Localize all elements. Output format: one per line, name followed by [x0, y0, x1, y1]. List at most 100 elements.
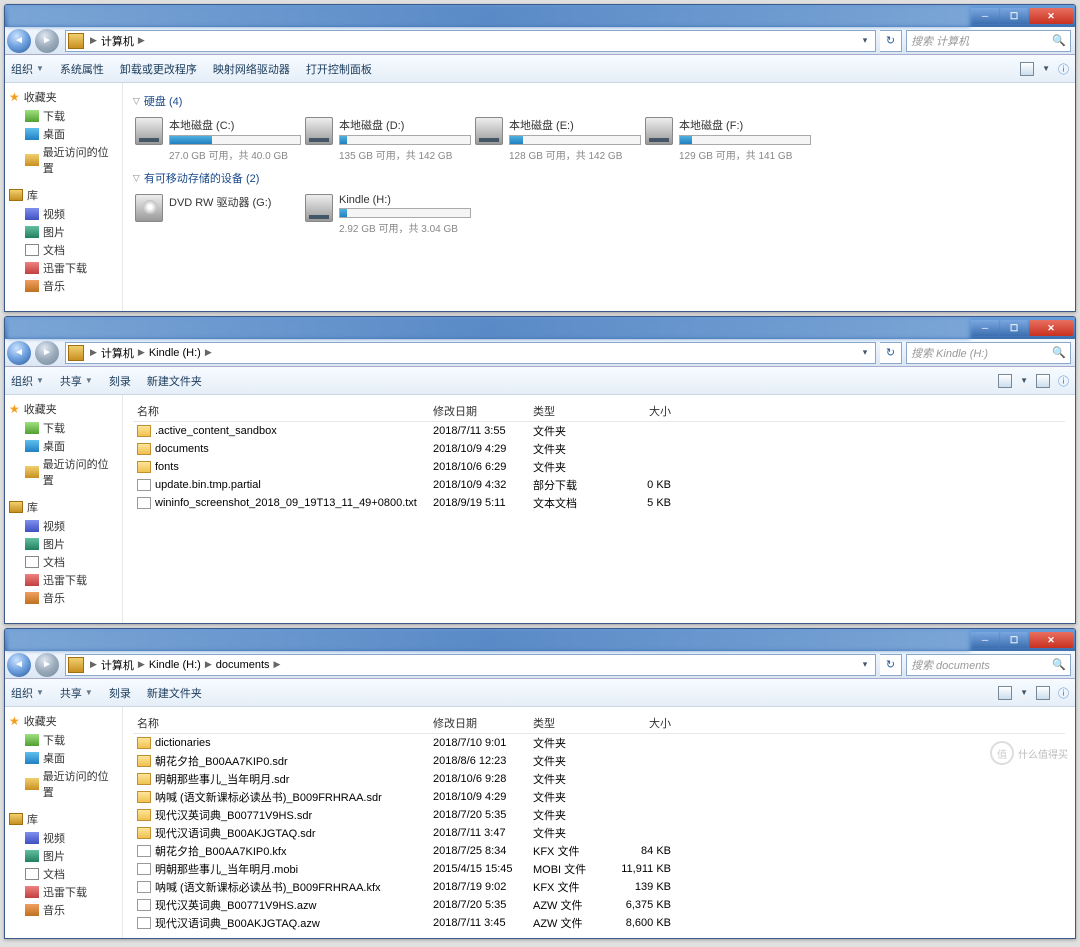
col-date[interactable]: 修改日期: [433, 403, 533, 419]
sidebar-item[interactable]: 桌面: [9, 749, 118, 767]
sidebar-item[interactable]: 文档: [9, 553, 118, 571]
toolbar-organize[interactable]: 组织▼: [11, 61, 44, 77]
file-row[interactable]: 朝花夕拾_B00AA7KIP0.kfx 2018/7/25 8:34 KFX 文…: [133, 842, 1065, 860]
titlebar[interactable]: ─ ☐ ✕: [5, 629, 1075, 651]
sidebar-item[interactable]: 文档: [9, 865, 118, 883]
file-row[interactable]: 明朝那些事儿_当年明月.sdr 2018/10/6 9:28 文件夹: [133, 770, 1065, 788]
dropdown-icon[interactable]: ▾: [857, 347, 873, 358]
minimize-button[interactable]: ─: [971, 632, 999, 648]
sidebar-item[interactable]: 迅雷下载: [9, 571, 118, 589]
drive-item[interactable]: DVD RW 驱动器 (G:): [135, 194, 301, 235]
minimize-button[interactable]: ─: [971, 8, 999, 24]
sidebar-item[interactable]: 音乐: [9, 901, 118, 919]
minimize-button[interactable]: ─: [971, 320, 999, 336]
close-button[interactable]: ✕: [1029, 632, 1073, 648]
dropdown-icon[interactable]: ▾: [857, 35, 873, 46]
file-row[interactable]: 现代汉语词典_B00AKJGTAQ.sdr 2018/7/11 3:47 文件夹: [133, 824, 1065, 842]
maximize-button[interactable]: ☐: [1000, 632, 1028, 648]
breadcrumb-item[interactable]: Kindle (H:): [149, 347, 201, 359]
back-button[interactable]: ◄: [7, 29, 31, 53]
file-row[interactable]: 现代汉语词典_B00AKJGTAQ.azw 2018/7/11 3:45 AZW…: [133, 914, 1065, 932]
drive-item[interactable]: Kindle (H:) 2.92 GB 可用，共 3.04 GB: [305, 194, 471, 235]
column-headers[interactable]: 名称 修改日期 类型 大小: [133, 713, 1065, 734]
view-icon[interactable]: [1020, 62, 1034, 76]
file-row[interactable]: documents 2018/10/9 4:29 文件夹: [133, 440, 1065, 458]
sidebar-favorites[interactable]: ★收藏夹: [9, 89, 118, 105]
file-row[interactable]: update.bin.tmp.partial 2018/10/9 4:32 部分…: [133, 476, 1065, 494]
column-headers[interactable]: 名称 修改日期 类型 大小: [133, 401, 1065, 422]
file-row[interactable]: .active_content_sandbox 2018/7/11 3:55 文…: [133, 422, 1065, 440]
refresh-button[interactable]: ↻: [880, 30, 902, 52]
sidebar-item[interactable]: 视频: [9, 829, 118, 847]
col-name[interactable]: 名称: [133, 403, 433, 419]
col-size[interactable]: 大小: [611, 715, 683, 731]
sidebar-item[interactable]: 下载: [9, 419, 118, 437]
search-input[interactable]: 搜索 documents🔍: [906, 654, 1071, 676]
toolbar-burn[interactable]: 刻录: [109, 373, 131, 389]
sidebar-libraries[interactable]: 库: [9, 499, 118, 515]
breadcrumb-bar[interactable]: ▶ 计算机 ▶ ▾: [65, 30, 876, 52]
toolbar-share[interactable]: 共享▼: [60, 373, 93, 389]
sidebar-item[interactable]: 下载: [9, 731, 118, 749]
toolbar-organize[interactable]: 组织▼: [11, 685, 44, 701]
sidebar-item[interactable]: 下载: [9, 107, 118, 125]
sidebar-item[interactable]: 迅雷下载: [9, 883, 118, 901]
breadcrumb-bar[interactable]: ▶ 计算机 ▶ Kindle (H:) ▶ documents ▶ ▾: [65, 654, 876, 676]
file-row[interactable]: 呐喊 (语文新课标必读丛书)_B009FRHRAA.sdr 2018/10/9 …: [133, 788, 1065, 806]
breadcrumb-item[interactable]: Kindle (H:): [149, 659, 201, 671]
drive-item[interactable]: 本地磁盘 (E:) 128 GB 可用，共 142 GB: [475, 117, 641, 162]
forward-button[interactable]: ►: [35, 29, 59, 53]
toolbar-organize[interactable]: 组织▼: [11, 373, 44, 389]
file-row[interactable]: wininfo_screenshot_2018_09_19T13_11_49+0…: [133, 494, 1065, 512]
sidebar-libraries[interactable]: 库: [9, 187, 118, 203]
col-type[interactable]: 类型: [533, 403, 611, 419]
breadcrumb-bar[interactable]: ▶ 计算机 ▶ Kindle (H:) ▶ ▾: [65, 342, 876, 364]
sidebar-item[interactable]: 桌面: [9, 437, 118, 455]
sidebar-libraries[interactable]: 库: [9, 811, 118, 827]
col-name[interactable]: 名称: [133, 715, 433, 731]
toolbar-controlpanel[interactable]: 打开控制面板: [306, 61, 372, 77]
sidebar-favorites[interactable]: ★收藏夹: [9, 401, 118, 417]
forward-button[interactable]: ►: [35, 653, 59, 677]
sidebar-favorites[interactable]: ★收藏夹: [9, 713, 118, 729]
sidebar-item[interactable]: 迅雷下载: [9, 259, 118, 277]
sidebar-item[interactable]: 图片: [9, 535, 118, 553]
sidebar-item[interactable]: 音乐: [9, 277, 118, 295]
breadcrumb-item[interactable]: 计算机: [101, 657, 134, 673]
search-input[interactable]: 搜索 Kindle (H:)🔍: [906, 342, 1071, 364]
sidebar-item[interactable]: 桌面: [9, 125, 118, 143]
file-row[interactable]: 现代汉英词典_B00771V9HS.azw 2018/7/20 5:35 AZW…: [133, 896, 1065, 914]
drive-item[interactable]: 本地磁盘 (F:) 129 GB 可用，共 141 GB: [645, 117, 811, 162]
view-icon[interactable]: [998, 374, 1012, 388]
back-button[interactable]: ◄: [7, 341, 31, 365]
help-icon[interactable]: ⓘ: [1058, 373, 1069, 389]
col-size[interactable]: 大小: [611, 403, 683, 419]
toolbar-mapdrive[interactable]: 映射网络驱动器: [213, 61, 290, 77]
titlebar[interactable]: ─ ☐ ✕: [5, 317, 1075, 339]
sidebar-item[interactable]: 最近访问的位置: [9, 767, 118, 801]
file-row[interactable]: 明朝那些事儿_当年明月.mobi 2015/4/15 15:45 MOBI 文件…: [133, 860, 1065, 878]
file-row[interactable]: dictionaries 2018/7/10 9:01 文件夹: [133, 734, 1065, 752]
breadcrumb-item[interactable]: 计算机: [101, 345, 134, 361]
preview-icon[interactable]: [1036, 686, 1050, 700]
back-button[interactable]: ◄: [7, 653, 31, 677]
search-input[interactable]: 搜索 计算机🔍: [906, 30, 1071, 52]
sidebar-item[interactable]: 图片: [9, 847, 118, 865]
refresh-button[interactable]: ↻: [880, 342, 902, 364]
file-row[interactable]: 现代汉英词典_B00771V9HS.sdr 2018/7/20 5:35 文件夹: [133, 806, 1065, 824]
dropdown-icon[interactable]: ▼: [1020, 688, 1028, 697]
breadcrumb-item[interactable]: documents: [216, 659, 270, 671]
section-removable[interactable]: 有可移动存储的设备 (2): [133, 170, 1065, 186]
sidebar-item[interactable]: 视频: [9, 517, 118, 535]
maximize-button[interactable]: ☐: [1000, 320, 1028, 336]
dropdown-icon[interactable]: ▾: [857, 659, 873, 670]
view-icon[interactable]: [998, 686, 1012, 700]
close-button[interactable]: ✕: [1029, 8, 1073, 24]
toolbar-burn[interactable]: 刻录: [109, 685, 131, 701]
preview-icon[interactable]: [1036, 374, 1050, 388]
col-date[interactable]: 修改日期: [433, 715, 533, 731]
file-row[interactable]: 朝花夕拾_B00AA7KIP0.sdr 2018/8/6 12:23 文件夹: [133, 752, 1065, 770]
sidebar-item[interactable]: 图片: [9, 223, 118, 241]
breadcrumb-item[interactable]: 计算机: [101, 33, 134, 49]
sidebar-item[interactable]: 最近访问的位置: [9, 455, 118, 489]
